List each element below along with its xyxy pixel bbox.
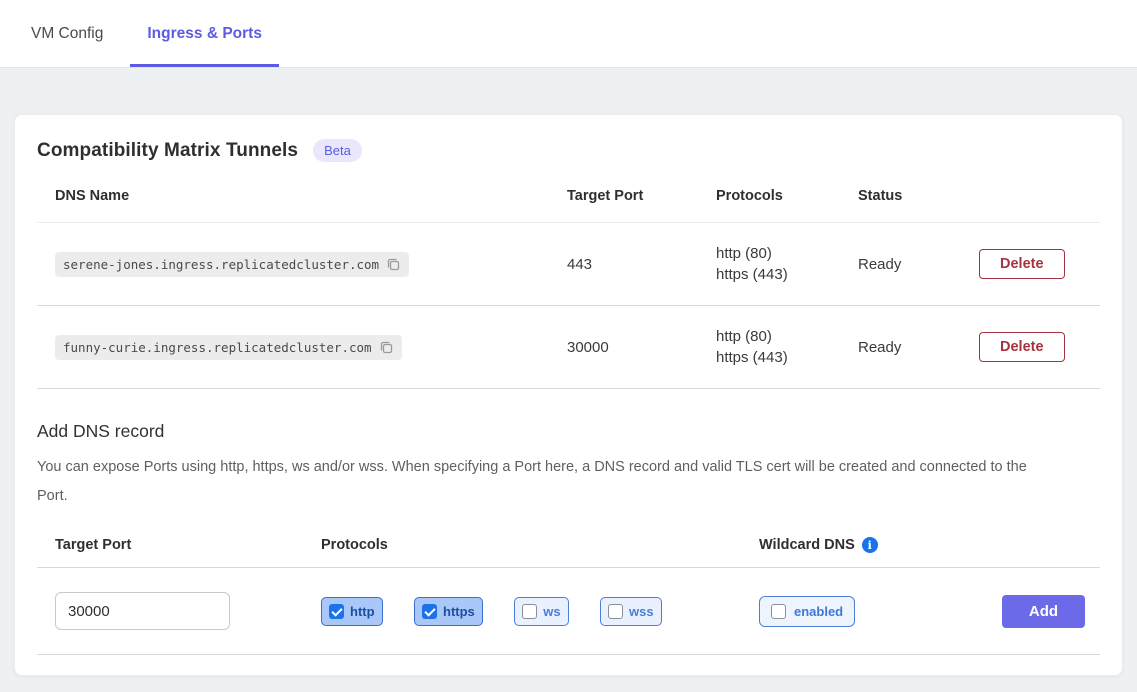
- form-header-wildcard-dns: Wildcard DNS i: [759, 537, 1002, 553]
- status-cell: Ready: [858, 223, 979, 306]
- protocol-checkbox[interactable]: https: [414, 597, 483, 626]
- target-port-cell: 443: [567, 223, 716, 306]
- col-header-status: Status: [858, 176, 979, 223]
- protocol-checkbox-label: ws: [543, 604, 560, 619]
- protocol-checkbox[interactable]: wss: [600, 597, 662, 626]
- add-dns-title: Add DNS record: [37, 421, 1100, 442]
- delete-button[interactable]: Delete: [979, 249, 1065, 279]
- table-row: funny-curie.ingress.replicatedcluster.co…: [37, 306, 1100, 389]
- dns-name-pill: funny-curie.ingress.replicatedcluster.co…: [55, 335, 402, 360]
- protocol-checkbox-label: https: [443, 604, 475, 619]
- checkbox-icon: [422, 604, 437, 619]
- protocol-checkbox[interactable]: http: [321, 597, 383, 626]
- checkbox-icon: [522, 604, 537, 619]
- dns-name-pill: serene-jones.ingress.replicatedcluster.c…: [55, 252, 409, 277]
- dns-name: funny-curie.ingress.replicatedcluster.co…: [63, 340, 372, 355]
- dns-name: serene-jones.ingress.replicatedcluster.c…: [63, 257, 379, 272]
- card-header: Compatibility Matrix Tunnels Beta: [37, 139, 1100, 162]
- add-dns-form-row: http https ws wss enabled Add: [37, 567, 1100, 655]
- target-port-cell: 30000: [567, 306, 716, 389]
- protocols-cell: http (80)https (443): [716, 306, 858, 389]
- col-header-protocols: Protocols: [716, 176, 858, 223]
- table-row: serene-jones.ingress.replicatedcluster.c…: [37, 223, 1100, 306]
- protocols-cell: http (80)https (443): [716, 223, 858, 306]
- tab-vm-config[interactable]: VM Config: [31, 0, 103, 67]
- tab-ingress-ports[interactable]: Ingress & Ports: [130, 0, 279, 67]
- tab-bar: VM Config Ingress & Ports: [0, 0, 1137, 68]
- protocol-checkbox[interactable]: ws: [514, 597, 568, 626]
- checkbox-icon: [608, 604, 623, 619]
- page-body: Compatibility Matrix Tunnels Beta DNS Na…: [0, 68, 1137, 676]
- form-header-target-port: Target Port: [55, 537, 321, 553]
- wildcard-enabled-checkbox[interactable]: enabled: [759, 596, 855, 627]
- target-port-input[interactable]: [55, 592, 230, 630]
- copy-icon[interactable]: [379, 340, 394, 355]
- col-header-actions: [979, 176, 1100, 223]
- delete-button[interactable]: Delete: [979, 332, 1065, 362]
- info-icon[interactable]: i: [862, 537, 878, 553]
- checkbox-icon: [329, 604, 344, 619]
- copy-icon[interactable]: [386, 257, 401, 272]
- col-header-dns-name: DNS Name: [37, 176, 567, 223]
- checkbox-icon: [771, 604, 786, 619]
- protocol-checkbox-label: http: [350, 604, 375, 619]
- col-header-target-port: Target Port: [567, 176, 716, 223]
- wildcard-checkbox-label: enabled: [794, 604, 843, 619]
- add-dns-form-headers: Target Port Protocols Wildcard DNS i: [37, 511, 1100, 567]
- tunnels-table: DNS Name Target Port Protocols Status se…: [37, 176, 1100, 389]
- protocol-options: http https ws wss: [321, 597, 759, 626]
- add-button[interactable]: Add: [1002, 595, 1085, 628]
- protocol-checkbox-label: wss: [629, 604, 654, 619]
- add-dns-description: You can expose Ports using http, https, …: [37, 453, 1047, 511]
- form-header-protocols: Protocols: [321, 537, 759, 553]
- beta-badge: Beta: [313, 139, 362, 162]
- card-title: Compatibility Matrix Tunnels: [37, 140, 298, 162]
- status-cell: Ready: [858, 306, 979, 389]
- tunnels-card: Compatibility Matrix Tunnels Beta DNS Na…: [14, 114, 1123, 676]
